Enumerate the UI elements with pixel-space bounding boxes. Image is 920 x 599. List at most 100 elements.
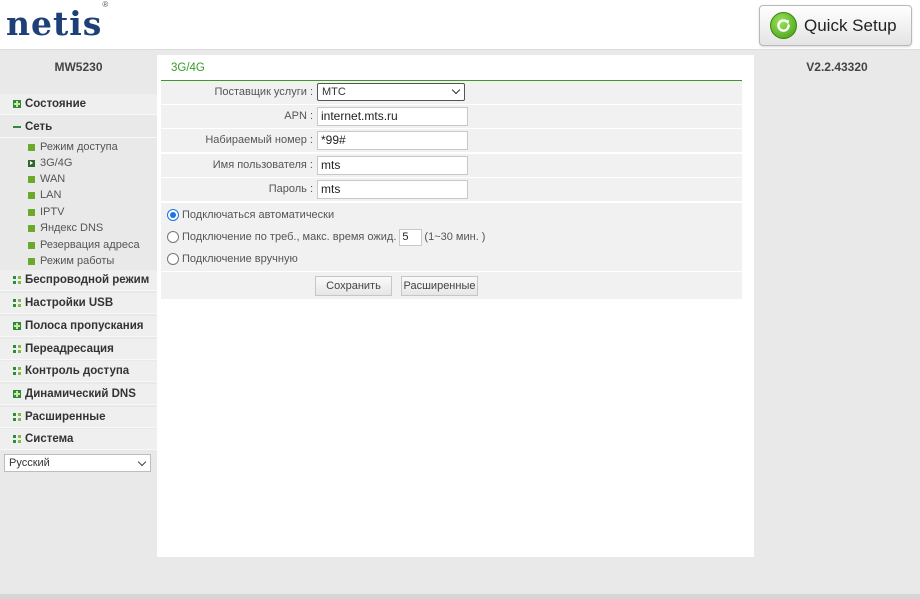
language-value: Русский [9,457,50,469]
bullet-icon [28,143,35,151]
connect-on-demand-label: Подключение по треб., макс. время ожид. [182,231,397,243]
header-bar: netis® Quick Setup [0,0,920,50]
connection-mode-group: Подключаться автоматически Подключение п… [161,203,742,271]
firmware-version: V2.2.43320 [806,60,868,74]
submenu-label: Яндекс DNS [40,222,104,234]
submenu-item-access-mode[interactable]: Режим доступа [28,139,118,155]
plus-icon [13,390,21,398]
submenu-label: 3G/4G [40,157,73,169]
username-input[interactable]: mts [317,156,468,175]
save-button[interactable]: Сохранить [315,276,392,296]
submenu-item-operation-mode[interactable]: Режим работы [28,253,114,269]
submenu-item-address-reservation[interactable]: Резервация адреса [28,237,140,253]
password-input[interactable]: mts [317,180,468,199]
sidebar-item-usb[interactable]: Настройки USB [0,293,157,314]
radio-on-demand[interactable] [167,231,179,243]
dial-number-input[interactable]: *99# [317,131,468,150]
username-row: Имя пользователя : mts [161,154,742,178]
submenu-label: WAN [40,173,66,185]
bullet-icon [28,208,35,216]
grid-icon [13,413,21,421]
sidebar-item-status[interactable]: Состояние [0,94,157,115]
connect-manual-option[interactable]: Подключение вручную [167,251,298,267]
submenu-label: IPTV [40,206,65,218]
grid-icon [13,435,21,443]
minus-icon [13,123,21,131]
password-label: Пароль : [268,183,313,195]
sidebar-item-label: Настройки USB [25,297,114,309]
submenu-item-iptv[interactable]: IPTV [28,204,64,220]
submenu-item-wan[interactable]: WAN [28,171,65,187]
sidebar-item-network[interactable]: Сеть [0,117,157,138]
chevron-down-icon [451,85,461,95]
provider-select[interactable]: MTC [317,83,465,101]
sidebar-item-label: Динамический DNS [25,388,136,400]
bullet-icon [28,175,35,183]
netis-logo: netis® [6,0,109,43]
grid-icon [13,276,21,284]
provider-label: Поставщик услуги : [214,86,313,98]
grid-icon [13,345,21,353]
submenu-label: LAN [40,189,62,201]
radio-auto[interactable] [167,209,179,221]
submenu-label: Резервация адреса [40,239,140,251]
apn-label: APN : [284,110,313,122]
connect-auto-option[interactable]: Подключаться автоматически [167,207,334,223]
connect-on-demand-option[interactable]: Подключение по треб., макс. время ожид. … [167,228,486,246]
submenu-item-yandex-dns[interactable]: Яндекс DNS [28,220,103,236]
registered-mark: ® [102,0,110,9]
sidebar-item-forwarding[interactable]: Переадресация [0,339,157,360]
dial-number-row: Набираемый номер : *99# [161,129,742,153]
sidebar-item-label: Сеть [25,121,53,133]
quick-setup-button[interactable]: Quick Setup [759,5,912,46]
sidebar-item-advanced[interactable]: Расширенные [0,407,157,428]
bullet-icon [28,241,35,249]
max-idle-time-input[interactable]: 5 [399,228,423,246]
connect-manual-label: Подключение вручную [182,253,298,265]
connect-auto-label: Подключаться автоматически [182,209,335,221]
plus-icon [13,322,21,330]
bullet-icon [28,191,35,199]
sidebar-item-label: Контроль доступа [25,365,130,377]
sidebar-item-label: Переадресация [25,343,114,355]
active-arrow-icon [28,159,35,167]
provider-row: Поставщик услуги : MTC [161,81,742,105]
sidebar-item-label: Полоса пропускания [25,320,144,332]
logo-text: netis [6,4,103,43]
footer-strip [0,594,920,599]
apn-input[interactable]: internet.mts.ru [317,107,468,126]
advanced-button[interactable]: Расширенные [401,276,478,296]
apn-row: APN : internet.mts.ru [161,105,742,129]
username-label: Имя пользователя : [212,159,313,171]
sidebar-item-system[interactable]: Система [0,429,157,450]
sidebar-item-bandwidth[interactable]: Полоса пропускания [0,316,157,337]
grid-icon [13,299,21,307]
submenu-item-3g4g[interactable]: 3G/4G [28,155,72,171]
main-panel: 3G/4G Поставщик услуги : MTC APN : inter… [157,55,754,557]
page-title: 3G/4G [171,62,205,74]
quick-setup-label: Quick Setup [804,15,897,35]
device-model: MW5230 [54,60,103,74]
sidebar-item-label: Беспроводной режим [25,274,150,286]
sidebar-item-label: Система [25,433,74,445]
submenu-label: Режим работы [40,255,115,267]
radio-manual[interactable] [167,253,179,265]
dial-number-label: Набираемый номер : [205,134,313,146]
button-bar: Сохранить Расширенные [161,272,742,299]
chevron-down-icon [137,457,147,467]
idle-time-range: (1~30 мин. ) [424,231,486,243]
bullet-icon [28,257,35,265]
sidebar-item-ddns[interactable]: Динамический DNS [0,384,157,405]
password-row: Пароль : mts [161,178,742,202]
language-select[interactable]: Русский [4,454,151,472]
sidebar-item-wireless[interactable]: Беспроводной режим [0,270,157,291]
sidebar: MW5230 Состояние Сеть Режим доступа 3G/4… [0,55,157,599]
plus-icon [13,100,21,108]
sidebar-item-label: Состояние [25,98,87,110]
submenu-item-lan[interactable]: LAN [28,187,61,203]
provider-value: MTC [322,86,346,98]
bullet-icon [28,224,35,232]
grid-icon [13,367,21,375]
sidebar-item-access-control[interactable]: Контроль доступа [0,361,157,382]
submenu-label: Режим доступа [40,141,118,153]
